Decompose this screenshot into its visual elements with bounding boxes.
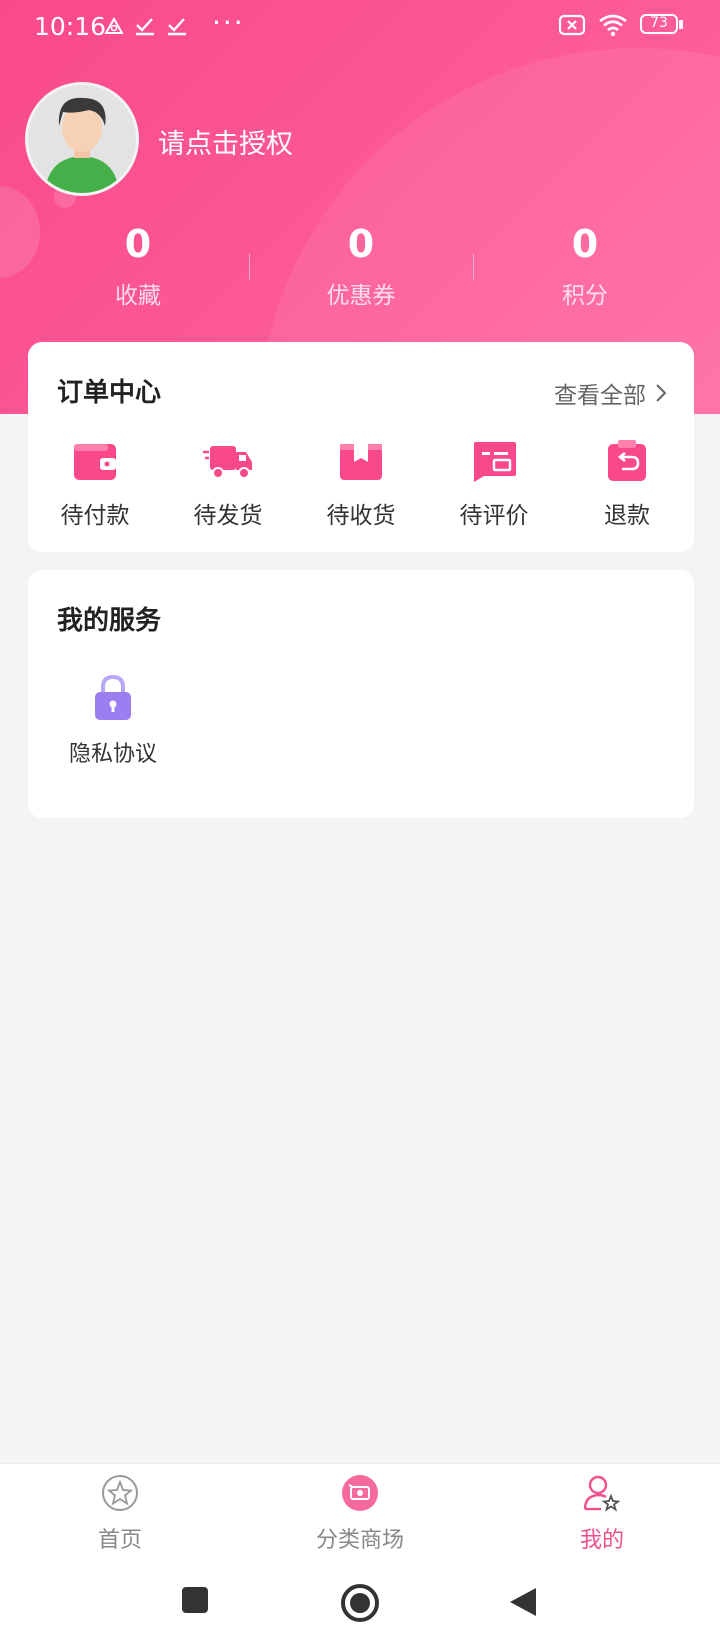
user-star-icon bbox=[583, 1475, 621, 1512]
check-icon bbox=[136, 18, 154, 36]
bottom-tab-bar: 首页 分类商场 我的 bbox=[0, 1463, 720, 1566]
services-title: 我的服务 bbox=[57, 606, 162, 636]
tab-label: 我的 bbox=[579, 1528, 624, 1553]
check-icon bbox=[168, 18, 186, 36]
shopping-basket-icon bbox=[342, 1475, 378, 1511]
view-all-orders-link[interactable]: 查看全部 bbox=[554, 376, 668, 410]
delivery-truck-icon bbox=[203, 446, 252, 479]
order-item-label: 待评价 bbox=[459, 503, 529, 529]
sim-off-icon bbox=[558, 14, 586, 36]
stat-value: 0 bbox=[571, 222, 599, 266]
tab-label: 分类商场 bbox=[315, 1528, 404, 1553]
status-bar: 10:16 ··· 73 bbox=[0, 0, 720, 54]
order-item-label: 待收货 bbox=[326, 503, 396, 529]
tab-home[interactable]: 首页 bbox=[20, 1474, 220, 1554]
service-item-label: 隐私协议 bbox=[68, 742, 157, 767]
my-services-card: 我的服务 隐私协议 bbox=[28, 570, 694, 818]
stat-label: 优惠券 bbox=[326, 283, 396, 309]
order-item-label: 待发货 bbox=[193, 503, 263, 529]
stat-value: 0 bbox=[124, 222, 152, 266]
square-icon bbox=[182, 1587, 208, 1613]
back-button[interactable] bbox=[508, 1586, 538, 1622]
tab-label: 首页 bbox=[97, 1528, 142, 1553]
home-button[interactable] bbox=[340, 1583, 380, 1627]
order-item-label: 退款 bbox=[604, 503, 650, 529]
stat-coupons[interactable]: 0 优惠券 bbox=[241, 222, 481, 310]
wallet-icon bbox=[74, 444, 116, 480]
wifi-icon bbox=[599, 14, 627, 37]
battery-icon: 73 bbox=[640, 14, 684, 36]
more-notifications-icon: ··· bbox=[212, 6, 245, 39]
lock-icon bbox=[95, 674, 131, 720]
order-refund[interactable]: 退款 bbox=[560, 438, 694, 530]
stat-points[interactable]: 0 积分 bbox=[465, 222, 705, 310]
system-nav-bar bbox=[0, 1566, 720, 1650]
authorize-prompt[interactable]: 请点击授权 bbox=[158, 122, 293, 161]
circle-home-icon bbox=[341, 1584, 379, 1622]
stat-value: 0 bbox=[347, 222, 375, 266]
avatar[interactable] bbox=[25, 82, 139, 196]
order-center-title: 订单中心 bbox=[57, 378, 162, 408]
order-pending-review[interactable]: 待评价 bbox=[427, 438, 561, 530]
view-all-label: 查看全部 bbox=[554, 383, 646, 409]
order-center-card: 订单中心 查看全部 待付款 待发货 待收货 待评价 退款 bbox=[28, 342, 694, 552]
battery-level: 73 bbox=[650, 15, 668, 31]
status-system-icons: 73 bbox=[558, 13, 684, 37]
stat-label: 收藏 bbox=[115, 283, 161, 309]
stat-favorites[interactable]: 0 收藏 bbox=[18, 222, 258, 310]
service-privacy-agreement[interactable]: 隐私协议 bbox=[58, 674, 168, 768]
tab-mine[interactable]: 我的 bbox=[502, 1474, 702, 1554]
order-pending-shipment[interactable]: 待发货 bbox=[161, 438, 295, 530]
tab-category-mall[interactable]: 分类商场 bbox=[260, 1474, 460, 1554]
package-box-icon bbox=[340, 444, 382, 480]
comment-card-icon bbox=[474, 442, 516, 482]
order-pending-payment[interactable]: 待付款 bbox=[28, 438, 162, 530]
stat-label: 积分 bbox=[562, 283, 608, 309]
status-notification-icons bbox=[104, 16, 188, 36]
order-item-label: 待付款 bbox=[60, 503, 130, 529]
drive-icon bbox=[104, 17, 124, 34]
chevron-right-icon bbox=[656, 384, 667, 402]
status-time: 10:16 bbox=[34, 12, 107, 41]
recent-apps-button[interactable] bbox=[181, 1586, 209, 1618]
order-pending-receipt[interactable]: 待收货 bbox=[294, 438, 428, 530]
refund-clipboard-icon bbox=[608, 440, 646, 481]
back-triangle-icon bbox=[510, 1588, 536, 1616]
star-circle-icon bbox=[102, 1475, 138, 1511]
default-avatar-icon bbox=[28, 85, 136, 193]
